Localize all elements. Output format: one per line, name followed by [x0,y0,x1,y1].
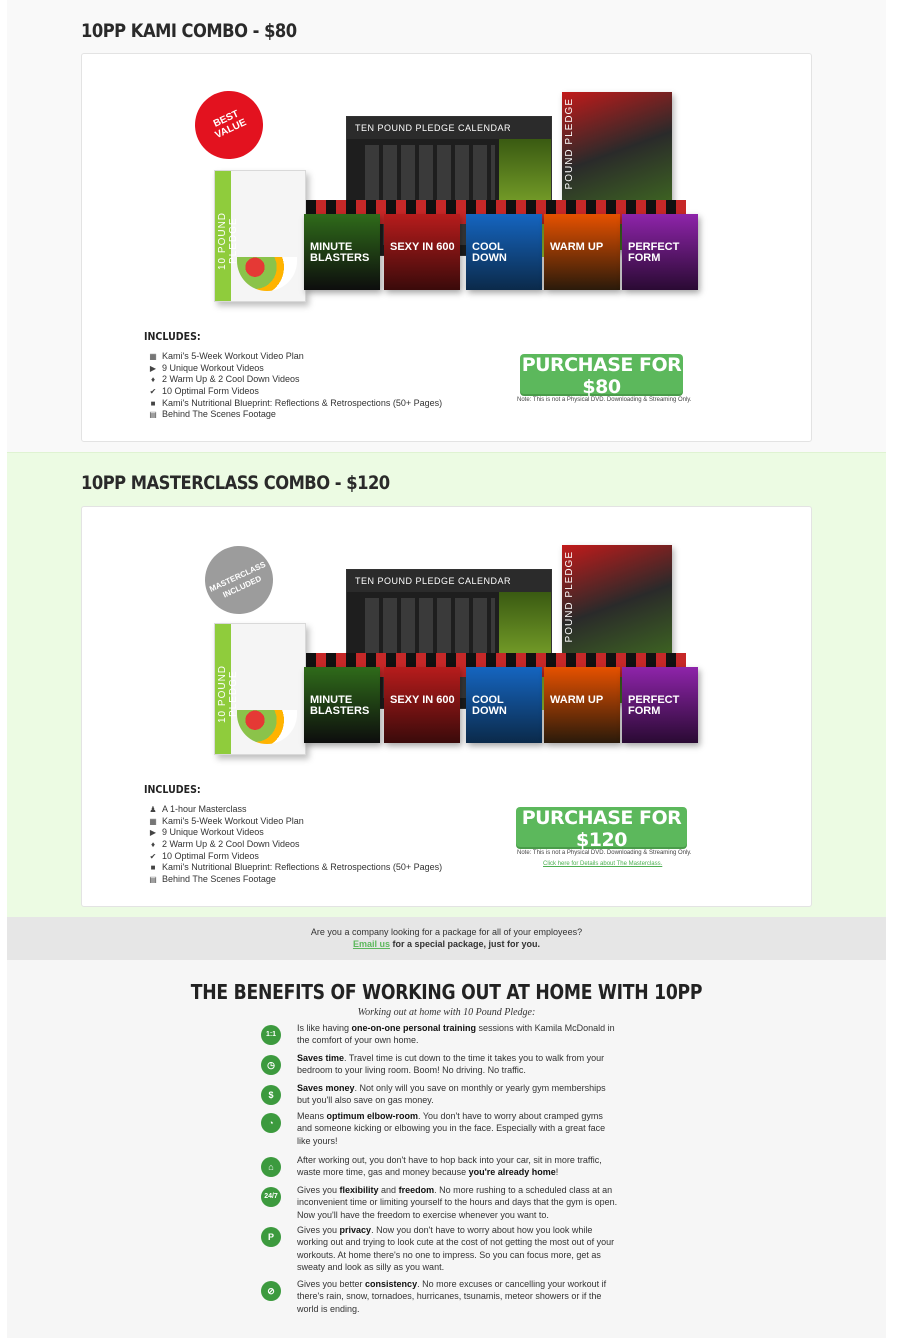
benefit-text: Gives you better consistency. No more ex… [297,1279,607,1314]
masterclass-combo-card: 10 POUND PLEDGE TEN POUND PLEDGE CALENDA… [81,506,812,907]
person-icon: ♟ [149,805,157,814]
includes-item: ▶ 9 Unique Workout Videos [148,827,442,839]
dvd-perfect-form: PERFECT FORM [622,667,698,743]
benefit-text: Means optimum elbow-room. You don't have… [297,1111,606,1146]
email-us-link[interactable]: Email us [353,939,390,949]
film-icon: ▤ [149,875,157,885]
purchase-120-button[interactable]: PURCHASE FOR $120 [516,807,687,851]
dvd-cool-down: COOL DOWN [466,667,542,743]
includes-item-text: Behind The Scenes Footage [162,874,276,885]
includes-item: ✔ 10 Optimal Form Videos [148,386,442,398]
poster-spine-text: POUND PLEDGE [564,98,575,190]
includes-list: ♟ A 1-hour Masterclass ▦ Kami's 5-Week Work… [148,804,442,886]
includes-item: ♦ 2 Warm Up & 2 Cool Down Videos [148,839,442,851]
includes-item-text: Kami's 5-Week Workout Video Plan [162,815,304,826]
dvd-warm-up: WARM UP [544,214,620,290]
one-on-one-icon: 1:1 [261,1025,281,1045]
calendar-title: TEN POUND PLEDGE CALENDAR [347,570,551,592]
includes-item-text: A 1-hour Masterclass [162,804,247,814]
includes-item-text: Kami's Nutritional Blueprint: Reflection… [162,862,443,873]
corporate-cta: Email us for a special package, just for… [7,939,886,949]
calendar-icon: ▦ [149,352,157,361]
includes-item-text: Kami's Nutritional Blueprint: Reflection… [162,397,443,408]
includes-item-text: 2 Warm Up & 2 Cool Down Videos [162,374,300,385]
dvd-sexy-in-600: SEXY IN 600 [384,214,460,290]
product-bundle-image: 10 POUND PLEDGE TEN POUND PLEDGE CALENDA… [194,92,699,322]
includes-item-text: Kami's 5-Week Workout Video Plan [162,351,304,361]
corporate-banner: Are you a company looking for a package … [7,917,886,960]
book-icon: ■ [150,398,156,408]
book-icon: ■ [150,863,156,873]
runner-icon: ♦ [150,375,156,385]
kami-combo-card: 10 POUND PLEDGE TEN POUND PLEDGE CALENDA… [81,53,812,442]
salad-bowl-image [237,257,297,291]
dvd-perfect-form: PERFECT FORM [622,214,698,290]
calendar-icon: ▦ [149,816,157,826]
dollar-icon: $ [261,1085,281,1105]
dvd-minute-blasters: MINUTE BLASTERS [304,214,380,290]
book-spine-text: 10 POUND PLEDGE [217,212,239,271]
includes-item-text: 9 Unique Workout Videos [162,362,264,373]
pie-chart-icon: ◔ [261,1113,281,1133]
purchase-80-button[interactable]: PURCHASE FOR $80 [520,354,683,398]
masterclass-combo-title: 10PP MASTERCLASS COMBO - $120 [81,472,390,494]
includes-item-text: 10 Optimal Form Videos [162,850,259,861]
includes-list: ▦ Kami's 5-Week Workout Video Plan ▶ 9 Uniq… [148,351,442,421]
no-excuses-icon: ⊘ [261,1281,281,1301]
benefit-text: Saves money. Not only will you save on m… [297,1083,606,1106]
includes-item: ▦ Kami's 5-Week Workout Video Plan [148,816,442,828]
calendar-title: TEN POUND PLEDGE CALENDAR [347,117,551,139]
includes-item: ▤ Behind The Scenes Footage [148,874,442,886]
includes-item: ▦ Kami's 5-Week Workout Video Plan [148,351,442,363]
dvd-minute-blasters: MINUTE BLASTERS [304,667,380,743]
corporate-cta-text: for a special package, just for you. [389,939,541,949]
includes-item-text: 10 Optimal Form Videos [162,386,259,397]
play-circle-icon: ▶ [149,363,157,373]
dvd-sexy-in-600: SEXY IN 600 [384,667,460,743]
check-circle-icon: ✔ [149,851,157,861]
home-icon: ⌂ [261,1157,281,1177]
film-icon: ▤ [149,410,157,420]
benefits-section: THE BENEFITS OF WORKING OUT AT HOME WITH… [7,960,886,1338]
privacy-icon: P [261,1227,281,1247]
includes-item: ♦ 2 Warm Up & 2 Cool Down Videos [148,374,442,386]
includes-item: ▶ 9 Unique Workout Videos [148,363,442,375]
download-only-note: Note: This is not a Physical DVD. Downlo… [517,850,692,856]
runner-icon: ♦ [150,840,156,850]
benefit-text: Gives you privacy. Now you don't have to… [297,1225,615,1272]
benefit-text: Saves time. Travel time is cut down to t… [297,1053,605,1076]
includes-title: INCLUDES: [144,330,201,343]
includes-item: ▤ Behind The Scenes Footage [148,409,442,421]
masterclass-combo-section: 10PP MASTERCLASS COMBO - $120 10 POUND P… [7,452,886,917]
nutrition-book-image: 10 POUND PLEDGE [214,170,306,302]
corporate-question: Are you a company looking for a package … [310,927,583,937]
includes-item: ♟ A 1-hour Masterclass [148,804,442,816]
benefits-title: THE BENEFITS OF WORKING OUT AT HOME WITH… [190,980,703,1004]
includes-item-text: 9 Unique Workout Videos [162,827,264,838]
benefit-text: Is like having one-on-one personal train… [297,1023,615,1046]
play-circle-icon: ▶ [149,828,157,838]
nutrition-book-image: 10 POUND PLEDGE [214,623,306,755]
includes-title: INCLUDES: [144,783,201,796]
dvd-warm-up: WARM UP [544,667,620,743]
benefits-subtitle: Working out at home with 10 Pound Pledge… [357,1007,536,1018]
benefit-text: Gives you flexibility and freedom. No mo… [297,1185,618,1220]
includes-item-text: 2 Warm Up & 2 Cool Down Videos [162,839,300,850]
masterclass-details-link[interactable]: Click here for Details about The Masterc… [543,861,662,867]
poster-spine-text: POUND PLEDGE [564,551,575,643]
includes-item-text: Behind The Scenes Footage [162,409,276,420]
includes-item: ✔ 10 Optimal Form Videos [148,851,442,863]
download-only-note: Note: This is not a Physical DVD. Downlo… [517,397,692,403]
salad-bowl-image [237,710,297,744]
book-spine-text: 10 POUND PLEDGE [217,665,239,724]
includes-item: ■ Kami's Nutritional Blueprint: Reflectio… [148,862,443,874]
kami-combo-section: 10PP KAMI COMBO - $80 10 POUND PLEDGE TE… [7,0,886,452]
includes-item: ■ Kami's Nutritional Blueprint: Reflectio… [148,397,443,410]
clock-icon: ◷ [261,1055,281,1075]
twenty-four-seven-icon: 24/7 [261,1187,281,1207]
benefit-text: After working out, you don't have to hop… [297,1155,602,1178]
dvd-cool-down: COOL DOWN [466,214,542,290]
kami-combo-title: 10PP KAMI COMBO - $80 [81,20,297,42]
check-circle-icon: ✔ [149,387,157,397]
